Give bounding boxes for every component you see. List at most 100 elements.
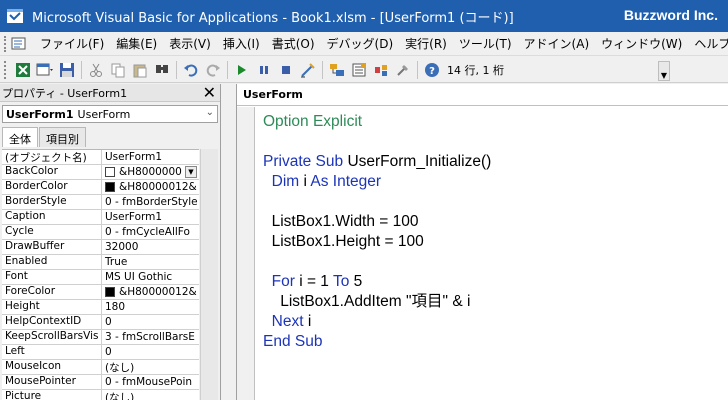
properties-window-icon[interactable] bbox=[349, 60, 369, 80]
property-row[interactable]: DrawBuffer 32000 bbox=[2, 240, 199, 255]
property-value[interactable]: 0 - fmCycleAllFo bbox=[102, 225, 198, 239]
insert-userform-icon[interactable] bbox=[35, 60, 55, 80]
code-line[interactable] bbox=[263, 192, 491, 212]
code-token: UserForm_Initialize() bbox=[347, 153, 492, 170]
save-icon[interactable] bbox=[57, 60, 77, 80]
property-value[interactable]: 32000 bbox=[102, 240, 198, 254]
vba-app-icon[interactable] bbox=[4, 5, 26, 27]
code-line[interactable]: Next i bbox=[263, 312, 491, 332]
property-value-text: True bbox=[105, 256, 128, 268]
property-name: KeepScrollBarsVis bbox=[2, 330, 102, 344]
excel-view-icon[interactable] bbox=[13, 60, 33, 80]
property-value[interactable]: MS UI Gothic bbox=[102, 270, 198, 284]
property-row[interactable]: KeepScrollBarsVis 3 - fmScrollBarsE bbox=[2, 330, 199, 345]
properties-scrollbar[interactable] bbox=[200, 149, 218, 400]
help-icon[interactable]: ? bbox=[422, 60, 442, 80]
property-value[interactable]: 0 bbox=[102, 345, 198, 359]
code-line[interactable]: Private Sub UserForm_Initialize() bbox=[263, 152, 491, 172]
project-explorer-icon[interactable] bbox=[327, 60, 347, 80]
code-line[interactable]: Option Explicit bbox=[263, 112, 491, 132]
property-name: (オブジェクト名) bbox=[2, 150, 102, 164]
title-bar: Microsoft Visual Basic for Applications … bbox=[0, 0, 728, 32]
property-value[interactable]: 0 - fmMousePoin bbox=[102, 375, 198, 389]
code-line[interactable] bbox=[263, 132, 491, 152]
svg-text:?: ? bbox=[429, 66, 435, 77]
property-row[interactable]: HelpContextID 0 bbox=[2, 315, 199, 330]
code-token: ListBox1.Width = 100 bbox=[263, 213, 419, 230]
property-value[interactable]: 3 - fmScrollBarsE bbox=[102, 330, 198, 344]
menu-run[interactable]: 実行(R) bbox=[399, 35, 453, 52]
property-row[interactable]: BackColor &H8000000 ▼ bbox=[2, 165, 199, 180]
code-line[interactable]: ListBox1.AddItem "項目" & i bbox=[263, 292, 491, 312]
menu-view[interactable]: 表示(V) bbox=[163, 35, 217, 52]
chevron-down-icon[interactable]: ▼ bbox=[185, 166, 197, 178]
property-row[interactable]: BorderStyle 0 - fmBorderStyle bbox=[2, 195, 199, 210]
properties-tabs: 全体 項目別 bbox=[0, 127, 220, 147]
design-mode-icon[interactable] bbox=[298, 60, 318, 80]
menu-insert[interactable]: 挿入(I) bbox=[217, 35, 266, 52]
property-value[interactable]: (なし) bbox=[102, 360, 198, 374]
code-line[interactable]: Dim i As Integer bbox=[263, 172, 491, 192]
property-value[interactable]: 180 bbox=[102, 300, 198, 314]
property-row[interactable]: Picture (なし) bbox=[2, 390, 199, 400]
undo-icon[interactable] bbox=[181, 60, 201, 80]
menu-edit[interactable]: 編集(E) bbox=[110, 35, 163, 52]
copy-icon[interactable] bbox=[108, 60, 128, 80]
code-line[interactable] bbox=[263, 252, 491, 272]
standard-toolbar: ? 14 行, 1 桁 ▼ bbox=[0, 57, 728, 83]
redo-icon[interactable] bbox=[203, 60, 223, 80]
code-keyword: For bbox=[271, 273, 300, 290]
code-line[interactable]: End Sub bbox=[263, 332, 491, 352]
property-row[interactable]: MouseIcon (なし) bbox=[2, 360, 199, 375]
menu-help[interactable]: ヘルプ(H) bbox=[688, 35, 728, 52]
code-keyword: End Sub bbox=[263, 333, 323, 350]
toolbar-options-dropdown[interactable]: ▼ bbox=[658, 61, 670, 81]
toolbox-icon[interactable] bbox=[393, 60, 413, 80]
tab-alphabetic[interactable]: 全体 bbox=[2, 127, 38, 147]
property-value[interactable]: &H80000012& bbox=[102, 285, 198, 299]
cut-icon[interactable] bbox=[86, 60, 106, 80]
paste-icon[interactable] bbox=[130, 60, 150, 80]
code-editor[interactable]: Option Explicit Private Sub UserForm_Ini… bbox=[263, 112, 491, 352]
menu-grip[interactable] bbox=[4, 35, 6, 52]
run-icon[interactable] bbox=[232, 60, 252, 80]
property-value[interactable]: 0 bbox=[102, 315, 198, 329]
code-line[interactable]: ListBox1.Width = 100 bbox=[263, 212, 491, 232]
code-line[interactable]: For i = 1 To 5 bbox=[263, 272, 491, 292]
property-row[interactable]: Height 180 bbox=[2, 300, 199, 315]
property-value[interactable]: &H8000000 ▼ bbox=[102, 165, 198, 179]
close-icon[interactable]: ✕ bbox=[203, 84, 216, 102]
property-row[interactable]: Left 0 bbox=[2, 345, 199, 360]
property-row[interactable]: (オブジェクト名) UserForm1 bbox=[2, 150, 199, 165]
stop-icon[interactable] bbox=[276, 60, 296, 80]
property-row[interactable]: Caption UserForm1 bbox=[2, 210, 199, 225]
property-row[interactable]: ForeColor &H80000012& bbox=[2, 285, 199, 300]
code-margin-bar[interactable] bbox=[237, 107, 255, 400]
menu-debug[interactable]: デバッグ(D) bbox=[321, 35, 400, 52]
property-row[interactable]: MousePointer 0 - fmMousePoin bbox=[2, 375, 199, 390]
code-window-icon[interactable] bbox=[10, 36, 28, 52]
property-value[interactable]: UserForm1 bbox=[102, 210, 198, 224]
menu-addins[interactable]: アドイン(A) bbox=[518, 35, 596, 52]
object-browser-icon[interactable] bbox=[371, 60, 391, 80]
find-icon[interactable] bbox=[152, 60, 172, 80]
property-row[interactable]: BorderColor &H80000012& bbox=[2, 180, 199, 195]
property-row[interactable]: Font MS UI Gothic bbox=[2, 270, 199, 285]
tab-categorized[interactable]: 項目別 bbox=[39, 127, 86, 147]
property-value[interactable]: 0 - fmBorderStyle bbox=[102, 195, 198, 209]
pause-icon[interactable] bbox=[254, 60, 274, 80]
object-dropdown[interactable]: UserForm bbox=[237, 84, 728, 106]
property-value[interactable]: True bbox=[102, 255, 198, 269]
property-value[interactable]: (なし) bbox=[102, 390, 198, 400]
property-value[interactable]: &H80000012& bbox=[102, 180, 198, 194]
menu-window[interactable]: ウィンドウ(W) bbox=[595, 35, 688, 52]
property-row[interactable]: Enabled True bbox=[2, 255, 199, 270]
object-selector[interactable]: UserForm1 UserForm ⌄ bbox=[2, 105, 218, 123]
code-line[interactable]: ListBox1.Height = 100 bbox=[263, 232, 491, 252]
menu-tools[interactable]: ツール(T) bbox=[453, 35, 518, 52]
property-value[interactable]: UserForm1 bbox=[102, 150, 198, 164]
menu-file[interactable]: ファイル(F) bbox=[34, 35, 110, 52]
property-row[interactable]: Cycle 0 - fmCycleAllFo bbox=[2, 225, 199, 240]
menu-format[interactable]: 書式(O) bbox=[266, 35, 321, 52]
toolbar-grip[interactable] bbox=[4, 60, 8, 79]
